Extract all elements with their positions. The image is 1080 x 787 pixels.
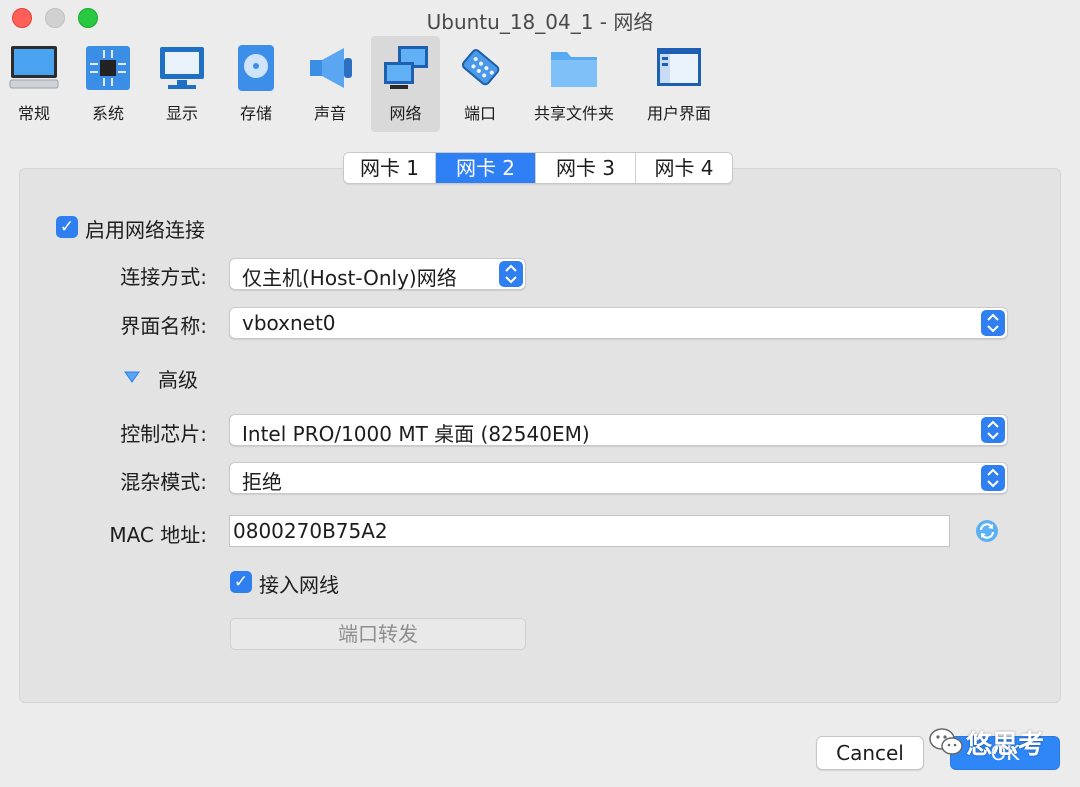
tab-adapter-2[interactable]: 网卡 2 bbox=[436, 153, 536, 183]
toolbar-item-system[interactable]: 系统 bbox=[74, 36, 142, 132]
promiscuous-mode-select[interactable]: 拒绝 bbox=[229, 462, 1008, 494]
title-bar: Ubuntu_18_04_1 - 网络 bbox=[0, 0, 1080, 36]
interface-name-label: 界面名称: bbox=[120, 314, 207, 338]
cancel-button[interactable]: Cancel bbox=[816, 736, 924, 770]
toolbar-item-display[interactable]: 显示 bbox=[148, 36, 216, 132]
speaker-icon bbox=[310, 48, 352, 88]
chip-icon bbox=[86, 46, 130, 90]
folder-icon bbox=[551, 52, 597, 87]
serial-port-icon bbox=[461, 49, 500, 86]
toolbar-item-storage[interactable]: 存储 bbox=[222, 36, 290, 132]
select-stepper-icon bbox=[981, 417, 1005, 443]
watermark: 悠思考 bbox=[928, 722, 1058, 762]
tab-adapter-3[interactable]: 网卡 3 bbox=[536, 153, 636, 183]
display-icon bbox=[160, 47, 204, 89]
select-stepper-icon bbox=[499, 261, 523, 287]
network-icon bbox=[383, 46, 428, 89]
port-forwarding-button[interactable]: 端口转发 bbox=[230, 618, 526, 650]
select-stepper-icon bbox=[981, 465, 1005, 491]
advanced-label[interactable]: 高级 bbox=[158, 364, 198, 393]
attached-to-select[interactable]: 仅主机(Host-Only)网络 bbox=[229, 258, 526, 290]
tab-adapter-1[interactable]: 网卡 1 bbox=[344, 153, 436, 183]
adapter-type-label: 控制芯片: bbox=[120, 422, 207, 446]
mac-address-label: MAC 地址: bbox=[109, 523, 207, 547]
attached-to-label: 连接方式: bbox=[120, 265, 207, 289]
toolbar-item-general[interactable]: 常规 bbox=[0, 36, 68, 132]
toolbar-item-network[interactable]: 网络 bbox=[371, 36, 440, 132]
wechat-logo-icon bbox=[929, 728, 963, 755]
enable-adapter-label: 启用网络连接 bbox=[85, 218, 205, 242]
toolbar-item-ports[interactable]: 端口 bbox=[446, 36, 514, 132]
window-title: Ubuntu_18_04_1 - 网络 bbox=[426, 10, 654, 34]
cable-connected-checkbox[interactable]: ✓ bbox=[230, 571, 252, 593]
tab-adapter-4[interactable]: 网卡 4 bbox=[636, 153, 732, 183]
enable-adapter-checkbox[interactable]: ✓ bbox=[56, 216, 78, 238]
refresh-mac-icon[interactable] bbox=[974, 518, 1000, 544]
settings-toolbar: 常规 系统 显示 存储 声音 网络 端口 共享文件夹 用户界面 bbox=[0, 36, 1080, 136]
select-stepper-icon bbox=[981, 310, 1005, 336]
adapter-type-select[interactable]: Intel PRO/1000 MT 桌面 (82540EM) bbox=[229, 414, 1008, 446]
mac-address-input[interactable]: 0800270B75A2 bbox=[229, 515, 950, 547]
window-icon bbox=[657, 48, 701, 86]
adapter-tabs: 网卡 1 网卡 2 网卡 3 网卡 4 bbox=[343, 152, 733, 184]
toolbar-item-audio[interactable]: 声音 bbox=[296, 36, 364, 132]
disclosure-triangle-icon[interactable] bbox=[123, 370, 141, 384]
toolbar-item-user-interface[interactable]: 用户界面 bbox=[640, 36, 718, 132]
monitor-icon bbox=[9, 46, 59, 89]
disk-icon bbox=[238, 45, 274, 91]
cable-connected-label: 接入网线 bbox=[259, 573, 339, 597]
toolbar-item-shared-folders[interactable]: 共享文件夹 bbox=[531, 36, 617, 132]
interface-name-select[interactable]: vboxnet0 bbox=[229, 307, 1008, 339]
promiscuous-mode-label: 混杂模式: bbox=[120, 470, 207, 494]
